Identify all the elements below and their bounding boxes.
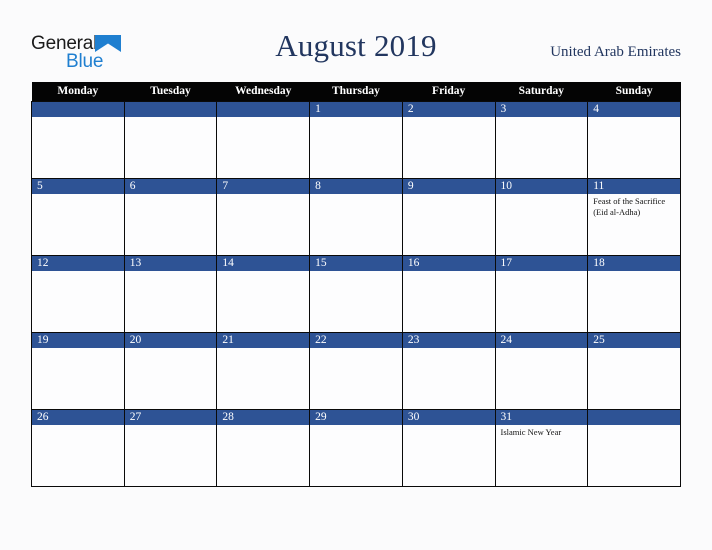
calendar-day-cell[interactable]: 3: [494, 101, 589, 179]
day-number: 6: [124, 179, 217, 194]
day-number: 10: [495, 179, 588, 194]
calendar-day-cell[interactable]: 25: [587, 332, 681, 410]
day-number: 9: [402, 179, 495, 194]
day-number: 17: [495, 256, 588, 271]
calendar-day-cell[interactable]: 21: [216, 332, 311, 410]
calendar-day-cell[interactable]: 18: [587, 255, 681, 333]
day-number: 15: [310, 256, 402, 271]
day-number: [32, 102, 124, 117]
calendar-day-cell[interactable]: 14: [216, 255, 311, 333]
calendar-day-cell[interactable]: 31 Islamic New Year: [494, 409, 589, 487]
weekday-header-wednesday: Wednesday: [216, 82, 310, 102]
day-number: [124, 102, 217, 117]
weekday-header-friday: Friday: [402, 82, 496, 102]
calendar-day-cell[interactable]: 8: [309, 178, 403, 256]
day-number: [588, 410, 680, 425]
calendar-week-row: 5 6 7 8 9 10 11 Feast of the Sacrifice (Eid al-…: [31, 178, 681, 256]
calendar-day-cell[interactable]: 23: [401, 332, 496, 410]
weekday-header-row: Monday Tuesday Wednesday Thursday Friday…: [31, 82, 681, 102]
calendar-day-cell[interactable]: [587, 409, 681, 487]
day-number: 24: [495, 333, 588, 348]
calendar-page: General Blue August 2019 United Arab Emi…: [0, 0, 712, 550]
day-number: 23: [402, 333, 495, 348]
calendar-day-cell[interactable]: [216, 101, 311, 179]
calendar-day-cell[interactable]: 7: [216, 178, 311, 256]
holiday-event: Islamic New Year: [500, 427, 562, 437]
day-number: 4: [588, 102, 680, 117]
day-events: Islamic New Year: [496, 425, 588, 438]
day-number: 2: [402, 102, 495, 117]
day-number: 27: [124, 410, 217, 425]
calendar-body: 1 2 3 4 5 6 7 8 9 10 11 Feast of the Sacrifice (Eid…: [31, 101, 681, 487]
holiday-event: Feast of the Sacrifice (Eid al-Adha): [593, 196, 666, 217]
calendar-day-cell[interactable]: 2: [401, 101, 496, 179]
calendar-day-cell[interactable]: [123, 101, 218, 179]
day-number: [217, 102, 310, 117]
calendar-day-cell[interactable]: 16: [401, 255, 496, 333]
day-number: 22: [310, 333, 402, 348]
day-number: 11: [588, 179, 680, 194]
calendar-week-row: 1234: [31, 101, 681, 179]
calendar-day-cell[interactable]: 28: [216, 409, 311, 487]
day-number: 12: [32, 256, 124, 271]
day-number: 16: [402, 256, 495, 271]
weekday-header-monday: Monday: [31, 82, 125, 102]
calendar-day-cell[interactable]: 12: [31, 255, 125, 333]
calendar-day-cell[interactable]: 27: [123, 409, 218, 487]
calendar-day-cell[interactable]: 19: [31, 332, 125, 410]
day-number: 20: [124, 333, 217, 348]
day-number: 30: [402, 410, 495, 425]
day-number: 7: [217, 179, 310, 194]
calendar-day-cell[interactable]: 15: [309, 255, 403, 333]
day-number: 1: [310, 102, 402, 117]
weekday-header-tuesday: Tuesday: [124, 82, 217, 102]
calendar-day-cell[interactable]: [31, 101, 125, 179]
day-events: Feast of the Sacrifice (Eid al-Adha): [588, 194, 680, 217]
calendar-grid: Monday Tuesday Wednesday Thursday Friday…: [31, 82, 681, 487]
day-number: 21: [217, 333, 310, 348]
calendar-day-cell[interactable]: 22: [309, 332, 403, 410]
day-number: 8: [310, 179, 402, 194]
calendar-day-cell[interactable]: 17: [494, 255, 589, 333]
calendar-day-cell[interactable]: 6: [123, 178, 218, 256]
calendar-week-row: 19 20 21 22 23 24 25: [31, 332, 681, 410]
weekday-header-thursday: Thursday: [309, 82, 403, 102]
day-number: 18: [588, 256, 680, 271]
weekday-header-sunday: Sunday: [587, 82, 681, 102]
day-number: 29: [310, 410, 402, 425]
day-number: 14: [217, 256, 310, 271]
day-number: 19: [32, 333, 124, 348]
calendar-day-cell[interactable]: 24: [494, 332, 589, 410]
day-number: 5: [32, 179, 124, 194]
page-header: General Blue August 2019 United Arab Emi…: [0, 0, 712, 82]
day-number: 3: [495, 102, 588, 117]
day-number: 26: [32, 410, 124, 425]
country-label: United Arab Emirates: [550, 44, 681, 60]
calendar-week-row: 12 13 14 15 16 17 18: [31, 255, 681, 333]
calendar-day-cell[interactable]: 29: [309, 409, 403, 487]
calendar-day-cell[interactable]: 11 Feast of the Sacrifice (Eid al-Adha): [587, 178, 681, 256]
day-number: 31: [495, 410, 588, 425]
day-number: 25: [588, 333, 680, 348]
calendar-day-cell[interactable]: 9: [401, 178, 496, 256]
calendar-day-cell[interactable]: 1: [309, 101, 403, 179]
calendar-day-cell[interactable]: 4: [587, 101, 681, 179]
weekday-header-saturday: Saturday: [495, 82, 588, 102]
calendar-day-cell[interactable]: 10: [494, 178, 589, 256]
calendar-day-cell[interactable]: 20: [123, 332, 218, 410]
calendar-day-cell[interactable]: 13: [123, 255, 218, 333]
day-number: 13: [124, 256, 217, 271]
calendar-week-row: 26 27 28 29 30 31 Islamic New Year: [31, 409, 681, 487]
day-number: 28: [217, 410, 310, 425]
calendar-day-cell[interactable]: 26: [31, 409, 125, 487]
calendar-day-cell[interactable]: 30: [401, 409, 496, 487]
calendar-day-cell[interactable]: 5: [31, 178, 125, 256]
